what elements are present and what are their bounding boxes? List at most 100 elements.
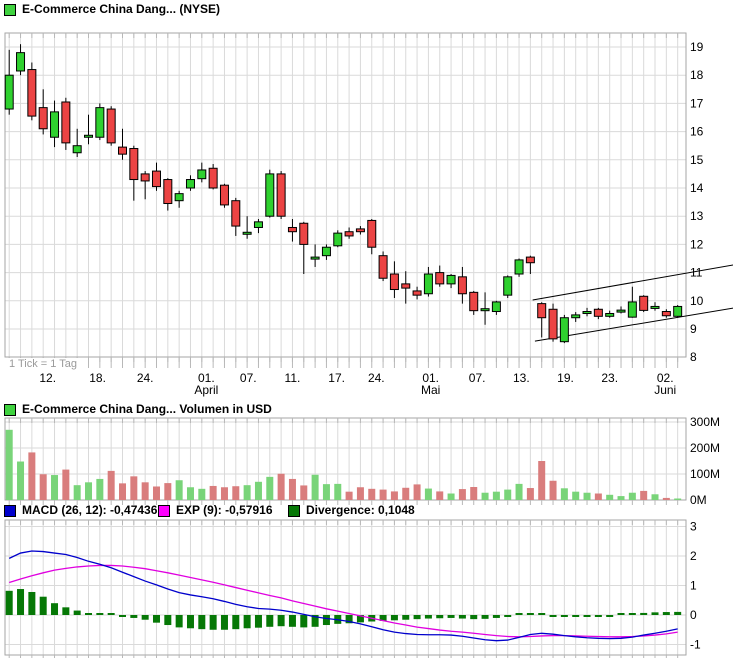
divergence-bar (175, 615, 183, 628)
volume-bar (504, 489, 512, 500)
volume-bar (220, 487, 228, 500)
stock-chart: 8 9 10 11 12 13 14 15 16 17 18 19 12. 18. 24. 01. April 0… (0, 0, 733, 658)
svg-text:23.: 23. (601, 371, 618, 385)
volume-bar (458, 489, 466, 500)
svg-text:17.: 17. (328, 371, 345, 385)
candle-up (333, 232, 343, 247)
divergence-value-label: Divergence: 0,1048 (306, 503, 415, 517)
divergence-bar (402, 615, 410, 620)
macd-swatch-icon (4, 504, 16, 517)
svg-text:100M: 100M (690, 467, 720, 481)
volume-bar (311, 474, 319, 500)
volume-bar (492, 491, 500, 500)
candle-down (593, 308, 603, 317)
candle-up (253, 221, 263, 228)
divergence-bar (51, 603, 59, 615)
divergence-bar (481, 615, 489, 619)
divergence-bar (17, 589, 25, 615)
macd-legend-item: MACD (26, 12): -0,47436 (4, 504, 157, 517)
svg-text:12.: 12. (39, 371, 56, 385)
volume-bar (424, 488, 432, 500)
candle-up (197, 169, 207, 180)
volume-header: E-Commerce China Dang... Volumen in USD (4, 403, 272, 416)
volume-bar (549, 480, 557, 500)
volume-bar (379, 489, 387, 500)
divergence-bar (572, 615, 580, 617)
divergence-bar (220, 615, 228, 630)
volume-bar (288, 478, 296, 500)
svg-text:19.: 19. (557, 371, 574, 385)
volume-bar (402, 487, 410, 500)
divergence-bar (628, 613, 636, 615)
divergence-bar (390, 615, 398, 621)
volume-bar (164, 483, 172, 500)
volume-bar (334, 483, 342, 500)
divergence-bar (209, 615, 217, 630)
svg-text:April: April (194, 383, 218, 397)
svg-text:24.: 24. (368, 371, 385, 385)
divergence-bar (436, 615, 444, 619)
candle-down (367, 219, 377, 248)
candle-up (423, 273, 433, 295)
volume-bar (62, 469, 70, 500)
volume-panel: 0M 100M 200M 300M (4, 415, 720, 507)
candle-down (537, 303, 547, 319)
svg-text:0M: 0M (690, 493, 707, 507)
candle-down (525, 256, 535, 264)
candle-up (605, 312, 615, 317)
volume-bar (277, 473, 285, 500)
divergence-bar (266, 615, 274, 627)
divergence-bar (141, 615, 149, 620)
divergence-bar (164, 615, 172, 626)
volume-bar (481, 492, 489, 500)
candle-up (72, 145, 82, 154)
volume-bar (674, 498, 682, 500)
candle-up (4, 74, 14, 110)
svg-text:3: 3 (690, 520, 697, 534)
divergence-bar (560, 615, 568, 617)
volume-bar (368, 488, 376, 500)
volume-bar (232, 486, 240, 500)
volume-bar (345, 491, 353, 500)
svg-text:15: 15 (690, 153, 704, 167)
divergence-bar (662, 612, 670, 615)
candle-down (106, 108, 116, 144)
candle-down (287, 226, 297, 233)
divergence-bar (538, 613, 546, 615)
candle-down (639, 295, 649, 311)
volume-bar (356, 487, 364, 500)
candle-up (95, 107, 105, 138)
volume-bar (628, 492, 636, 500)
divergence-swatch-icon (288, 504, 300, 517)
exp-line (9, 564, 678, 638)
candle-up (242, 231, 252, 235)
divergence-bar (186, 615, 194, 629)
candle-down (548, 308, 558, 340)
main-chart-header: E-Commerce China Dang... (NYSE) (4, 3, 220, 16)
volume-bar (572, 491, 580, 500)
candle-down (163, 179, 173, 205)
candle-up (650, 305, 660, 309)
tick-interval-note: 1 Tick = 1 Tag (6, 358, 80, 371)
candle-down (457, 276, 467, 295)
candle-up (616, 309, 626, 313)
candle-up (446, 274, 456, 285)
divergence-bar (640, 612, 648, 615)
svg-text:14: 14 (690, 181, 704, 195)
candle-down (401, 283, 411, 289)
divergence-bar (5, 590, 13, 615)
divergence-bar (39, 596, 47, 615)
instrument-swatch-icon (4, 3, 16, 16)
volume-bar (640, 490, 648, 500)
svg-text:19: 19 (690, 40, 704, 54)
svg-text:11.: 11. (285, 371, 301, 385)
divergence-bar (28, 591, 36, 615)
candle-down (389, 273, 399, 291)
volume-bar (583, 492, 591, 500)
volume-bar (436, 491, 444, 500)
divergence-bar (674, 611, 682, 615)
divergence-bar (107, 613, 115, 615)
divergence-bar (458, 615, 466, 619)
candle-down (299, 222, 309, 245)
candle-up (491, 301, 501, 313)
